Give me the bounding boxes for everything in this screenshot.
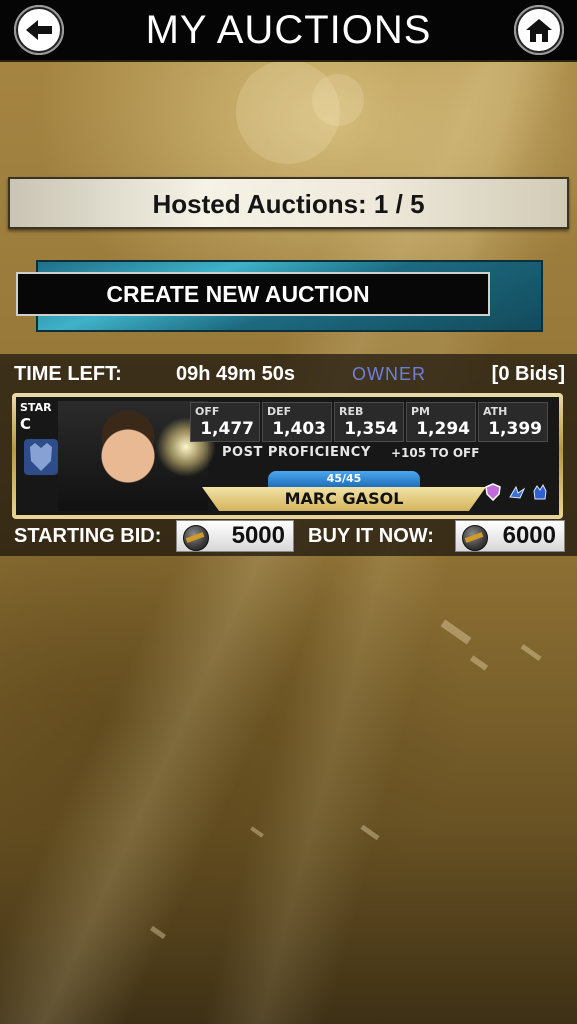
grizzlies-logo-icon (24, 439, 58, 475)
home-icon (516, 7, 562, 53)
buy-it-now-box: 6000 (455, 520, 565, 552)
hosted-auctions-bar: Hosted Auctions: 1 / 5 (8, 177, 569, 229)
auction-status-row: TIME LEFT: 09h 49m 50s OWNER [0 Bids] (0, 354, 577, 394)
background-shard (440, 619, 472, 645)
owner-tag: OWNER (352, 364, 426, 384)
stat-value: 1,399 (488, 419, 542, 439)
stat-def: DEF 1,403 (262, 402, 332, 442)
stat-value: 1,477 (200, 419, 254, 439)
glove-badge-icon (533, 483, 547, 500)
coin-icon (183, 525, 209, 551)
time-left-value: 09h 49m 50s (176, 363, 295, 385)
background-shard (150, 925, 166, 940)
stat-label: REB (339, 405, 364, 418)
background-shard (469, 655, 489, 671)
time-left-label: TIME LEFT: (14, 363, 122, 385)
stat-ath: ATH 1,399 (478, 402, 548, 442)
level-bar: 45/45 (268, 471, 420, 487)
player-name: MARC GASOL (284, 489, 404, 508)
stat-label: ATH (483, 405, 508, 418)
bid-count: [0 Bids] (491, 363, 565, 385)
stat-label: DEF (267, 405, 292, 418)
starting-bid-box: 5000 (176, 520, 294, 552)
coin-icon (462, 525, 488, 551)
background-shard (360, 824, 380, 841)
create-new-auction-button[interactable]: CREATE NEW AUCTION (16, 272, 490, 316)
stat-value: 1,403 (272, 419, 326, 439)
background-shard (520, 644, 542, 661)
stat-value: 1,294 (416, 419, 470, 439)
player-position: C (20, 415, 32, 433)
buy-it-now-value: 6000 (502, 522, 556, 549)
stat-reb: REB 1,354 (334, 402, 404, 442)
page-title: MY AUCTIONS (145, 8, 432, 52)
stat-value: 1,354 (344, 419, 398, 439)
background-bokeh (312, 74, 364, 126)
starting-bid-label: STARTING BID: (14, 525, 162, 547)
proficiency-bonus: +105 TO OFF (391, 446, 480, 460)
back-arrow-icon (16, 7, 62, 53)
card-tier: STAR (20, 401, 52, 414)
shield-badge-icon (485, 483, 501, 501)
hosted-auctions-count: Hosted Auctions: 1 / 5 (152, 189, 425, 219)
home-button[interactable] (514, 5, 564, 55)
top-bar: MY AUCTIONS (0, 0, 577, 62)
back-button[interactable] (14, 5, 64, 55)
buy-it-now-label: BUY IT NOW: (308, 525, 434, 547)
proficiency-label: POST PROFICIENCY (222, 445, 371, 460)
player-card-body: STAR C OFF 1,477 DEF 1,403 REB 1,354 PM … (16, 397, 559, 515)
stat-off: OFF 1,477 (190, 402, 260, 442)
stat-pm: PM 1,294 (406, 402, 476, 442)
stat-label: PM (411, 405, 431, 418)
wings-badge-icon (509, 485, 526, 499)
background-shard (250, 826, 264, 838)
stat-label: OFF (195, 405, 220, 418)
player-card[interactable]: STAR C OFF 1,477 DEF 1,403 REB 1,354 PM … (12, 393, 563, 519)
starting-bid-value: 5000 (231, 522, 285, 549)
